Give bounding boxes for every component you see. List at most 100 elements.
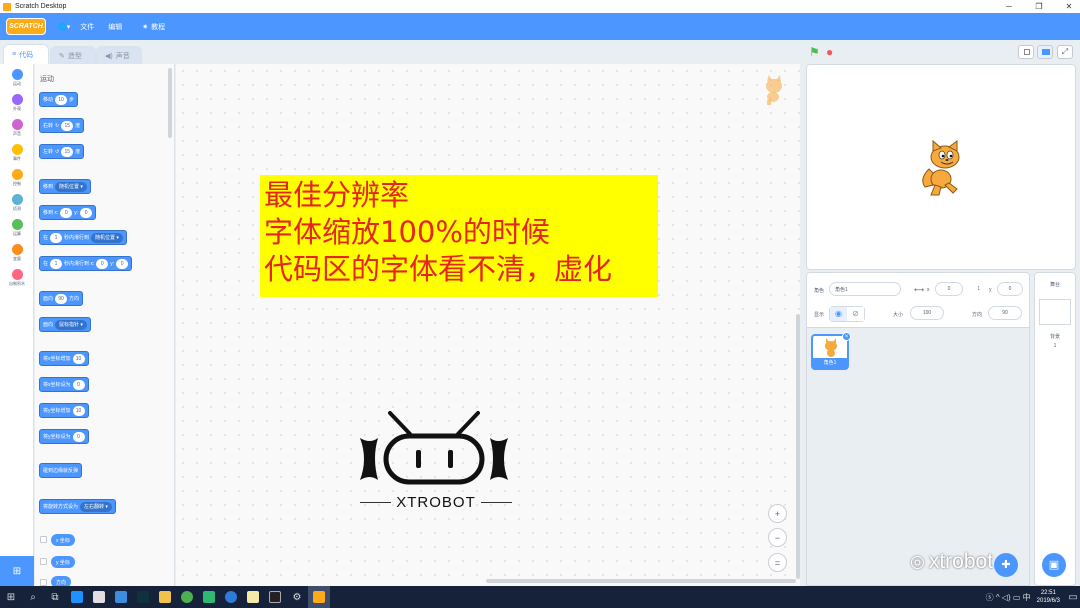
minimize-button[interactable]: ─: [1000, 0, 1018, 13]
start-button[interactable]: ⊞: [0, 586, 22, 608]
sprite-tile[interactable]: 角色1 ×: [811, 332, 851, 370]
block-glide-xy[interactable]: 在 1 秒内滑行到 x: 0 y: 0: [39, 256, 133, 271]
maximize-button[interactable]: ❐: [1030, 0, 1048, 13]
show-eye-icon[interactable]: ◉: [830, 307, 847, 321]
add-sprite-button[interactable]: ✚: [994, 553, 1018, 577]
block-input[interactable]: 0: [72, 431, 85, 442]
block-dropdown[interactable]: 鼠标指针 ▾: [55, 319, 87, 330]
tray-icons[interactable]: ⓢ ^ ◁) ▭ 中: [986, 592, 1031, 603]
category-events[interactable]: 事件: [0, 144, 34, 162]
block-input[interactable]: 15: [61, 146, 74, 157]
small-stage-button[interactable]: [1018, 45, 1034, 59]
block-turn-right[interactable]: 右转 ↻ 15 度: [39, 118, 85, 133]
tutorials-menu[interactable]: ✷ 教程: [142, 22, 165, 32]
file-menu[interactable]: 文件: [80, 22, 94, 32]
category-operators[interactable]: 运算: [0, 219, 34, 237]
size-input[interactable]: 100: [910, 306, 944, 320]
taskbar-settings[interactable]: ⚙: [286, 586, 308, 608]
block-input[interactable]: 0: [72, 379, 85, 390]
block-set-x[interactable]: 将x坐标设为 0: [39, 377, 89, 392]
delete-sprite-button[interactable]: ×: [842, 332, 851, 341]
notification-button[interactable]: ▭: [1066, 586, 1080, 608]
normal-stage-button[interactable]: [1037, 45, 1053, 59]
category-myblocks[interactable]: 自制积木: [0, 269, 34, 287]
tab-costumes[interactable]: ✎ 造型: [50, 46, 96, 64]
category-sensing[interactable]: 侦测: [0, 194, 34, 212]
block-dropdown[interactable]: 左右翻转 ▾: [80, 501, 112, 512]
stage-canvas[interactable]: [806, 64, 1076, 270]
cat-sprite[interactable]: [911, 139, 971, 199]
block-input[interactable]: 0: [116, 258, 129, 269]
checkbox-y-position[interactable]: [40, 558, 47, 565]
tab-code[interactable]: ≡ 代码: [3, 44, 49, 64]
close-button[interactable]: ✕: [1060, 0, 1078, 13]
stage-selector[interactable]: 舞台 背景 1: [1034, 272, 1076, 586]
direction-input[interactable]: 90: [988, 306, 1022, 320]
block-input[interactable]: 10: [72, 353, 85, 364]
taskbar-store[interactable]: [88, 586, 110, 608]
block-rotation-style[interactable]: 将旋转方式设为 左右翻转 ▾: [39, 499, 116, 514]
block-point-direction[interactable]: 面向 90 方向: [39, 291, 84, 306]
fullscreen-button[interactable]: ⤢: [1057, 45, 1073, 59]
tab-sounds[interactable]: ◀) 声音: [96, 46, 142, 64]
language-menu[interactable]: 🌐▾: [58, 23, 70, 31]
category-control[interactable]: 控制: [0, 169, 34, 187]
block-input[interactable]: 0: [96, 258, 109, 269]
taskbar-edge[interactable]: [66, 586, 88, 608]
workspace-horizontal-scrollbar[interactable]: [486, 579, 796, 583]
stop-button[interactable]: ●: [826, 45, 833, 59]
block-input[interactable]: 0: [60, 207, 73, 218]
block-bounce[interactable]: 碰到边缘就反弹: [39, 463, 83, 478]
reporter-x-position[interactable]: x 坐标: [51, 534, 75, 546]
add-extension-button[interactable]: ⊞: [0, 556, 34, 586]
category-looks[interactable]: 外观: [0, 94, 34, 112]
zoom-in-button[interactable]: +: [768, 504, 787, 523]
checkbox-direction[interactable]: [40, 579, 47, 586]
taskbar-app-blue[interactable]: [220, 586, 242, 608]
add-backdrop-button[interactable]: ▣: [1042, 553, 1066, 577]
taskbar-search-button[interactable]: ⌕: [22, 586, 44, 608]
sprite-name-input[interactable]: 角色1: [829, 282, 901, 296]
task-view-button[interactable]: ⧉: [44, 586, 66, 608]
block-turn-left[interactable]: 左转 ↺ 15 度: [39, 144, 85, 159]
taskbar-explorer[interactable]: [154, 586, 176, 608]
block-input[interactable]: 1: [50, 232, 63, 243]
taskbar-player[interactable]: [198, 586, 220, 608]
taskbar-clock[interactable]: 22:51 2019/6/3: [1037, 589, 1060, 605]
block-point-towards[interactable]: 面向 鼠标指针 ▾: [39, 317, 91, 332]
zoom-out-button[interactable]: −: [768, 528, 787, 547]
edit-menu[interactable]: 编辑: [108, 22, 122, 32]
taskbar-terminal[interactable]: [132, 586, 154, 608]
y-position-input[interactable]: 0: [997, 282, 1023, 296]
block-dropdown[interactable]: 随机位置 ▾: [91, 232, 123, 243]
taskbar-chrome[interactable]: [176, 586, 198, 608]
block-input[interactable]: 0: [80, 207, 93, 218]
category-sound[interactable]: 声音: [0, 119, 34, 137]
category-variables[interactable]: 变量: [0, 244, 34, 262]
block-goto[interactable]: 移到 随机位置 ▾: [39, 179, 91, 194]
block-dropdown[interactable]: 随机位置 ▾: [55, 181, 87, 192]
block-input[interactable]: 15: [61, 120, 74, 131]
block-input[interactable]: 90: [55, 293, 68, 304]
block-input[interactable]: 10: [55, 94, 68, 105]
block-input[interactable]: 1: [50, 258, 63, 269]
category-motion[interactable]: 运动: [0, 69, 34, 87]
scratch-logo[interactable]: SCRATCH: [6, 18, 46, 35]
block-input[interactable]: 10: [72, 405, 85, 416]
zoom-reset-button[interactable]: =: [768, 553, 787, 572]
taskbar-arduino[interactable]: [264, 586, 286, 608]
taskbar-notes[interactable]: [242, 586, 264, 608]
block-goto-xy[interactable]: 移到 x: 0 y: 0: [39, 205, 97, 220]
block-change-x[interactable]: 将x坐标增加 10: [39, 351, 89, 366]
palette-scrollbar[interactable]: [168, 68, 172, 138]
workspace-vertical-scrollbar[interactable]: [796, 314, 800, 579]
checkbox-x-position[interactable]: [40, 536, 47, 543]
taskbar-security[interactable]: [110, 586, 132, 608]
reporter-direction[interactable]: 方向: [51, 576, 72, 586]
hide-eye-icon[interactable]: ⊘: [847, 307, 864, 321]
block-change-y[interactable]: 将y坐标增加 10: [39, 403, 89, 418]
reporter-y-position[interactable]: y 坐标: [51, 556, 75, 568]
taskbar-scratch[interactable]: [308, 586, 330, 608]
block-set-y[interactable]: 将y坐标设为 0: [39, 429, 89, 444]
x-position-input[interactable]: 0: [935, 282, 963, 296]
